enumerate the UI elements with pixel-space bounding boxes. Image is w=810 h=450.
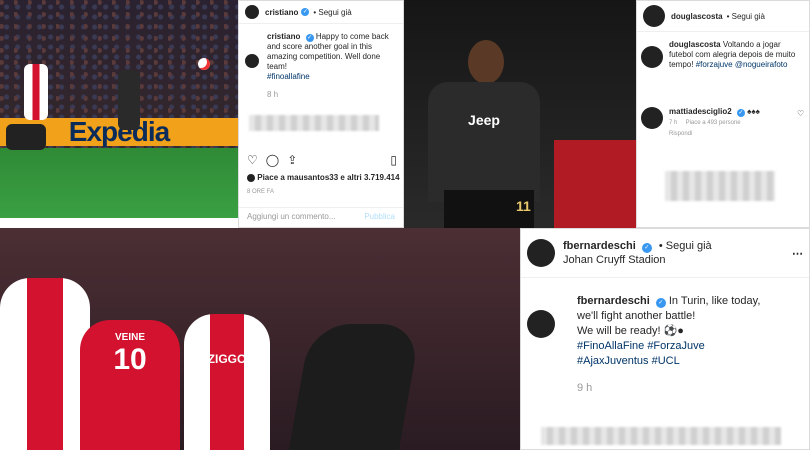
likes-count[interactable]: Piace a mausantos33 e altri 3.719.414: [247, 173, 400, 182]
follow-label: Segui già: [665, 240, 712, 252]
ajax-player-center: ZIGGO: [184, 314, 270, 450]
caption-hashtags[interactable]: #forzajuve @nogueirafoto: [696, 60, 788, 69]
shirt-sponsor: Jeep: [468, 112, 500, 128]
caption-username[interactable]: douglascosta: [669, 40, 721, 49]
follow-status[interactable]: • Segui già: [659, 240, 712, 252]
caption-hashtags-2[interactable]: #AjaxJuventus #UCL: [577, 355, 680, 367]
follow-status[interactable]: • Segui già: [313, 8, 351, 17]
more-options-icon[interactable]: ⋯: [792, 247, 803, 260]
comment-item: mattiadesciglio2 ✓ ♠♠♠ 7 h Piace a 493 p…: [641, 107, 804, 139]
liker-avatar: [247, 173, 255, 182]
ball: [198, 58, 210, 70]
comment-likes[interactable]: Piace a 493 persone: [686, 120, 741, 126]
verified-badge-icon: ✓: [655, 298, 666, 308]
comment-input[interactable]: Aggiungi un commento...: [247, 212, 336, 221]
heart-icon[interactable]: ♡: [247, 153, 258, 167]
avatar[interactable]: [245, 5, 259, 19]
douglas-costa-photo: Jeep 11: [404, 0, 636, 228]
comment-time: 7 h: [669, 120, 678, 126]
caption-username[interactable]: fbernardeschi: [577, 295, 650, 307]
action-bar: ♡ ◯ ⇪ ▯: [247, 153, 397, 167]
match-photo-bottom: VEINE 10 ZIGGO: [0, 228, 520, 450]
ajax-player-left: [0, 278, 90, 450]
post-header: fbernardeschi ✓ • Segui già Johan Cruyff…: [521, 229, 809, 278]
caption-hashtag[interactable]: #finoallafine: [267, 72, 310, 81]
pitch: [0, 148, 238, 218]
reply-button[interactable]: Rispondi: [669, 131, 692, 137]
blurred-comment: [249, 115, 379, 131]
comment-bar: Aggiungi un commento... Pubblica: [239, 207, 403, 225]
caption-avatar[interactable]: [527, 310, 555, 338]
post-header: cristiano ✓ • Segui già: [239, 1, 403, 24]
instagram-post-douglascosta: douglascosta • Segui già douglascosta Vo…: [636, 0, 810, 228]
follow-label: Segui già: [731, 11, 765, 21]
username[interactable]: cristiano: [265, 8, 298, 17]
publish-button[interactable]: Pubblica: [364, 212, 395, 221]
bookmark-icon[interactable]: ▯: [390, 153, 397, 167]
post-time: 8 h: [267, 90, 279, 99]
caption-line-2: we'll fight another battle!: [577, 310, 696, 322]
username[interactable]: douglascosta: [671, 12, 723, 21]
background-red-board: [554, 140, 636, 228]
commenter-avatar[interactable]: [641, 107, 663, 129]
commenter-username[interactable]: mattiadesciglio2: [669, 107, 732, 116]
caption-username[interactable]: cristiano: [267, 32, 300, 41]
avatar[interactable]: [643, 5, 665, 27]
verified-badge-icon: ✓: [736, 109, 745, 117]
heart-icon[interactable]: ♡: [797, 109, 804, 118]
follow-label: Segui già: [318, 7, 352, 17]
share-icon[interactable]: ⇪: [287, 153, 297, 167]
caption-line-1: In Turin, like today,: [668, 295, 761, 307]
avatar[interactable]: [527, 239, 555, 267]
player-juventus: [118, 70, 140, 130]
caption-block: fbernardeschi ✓ In Turin, like today, we…: [521, 278, 809, 396]
username[interactable]: fbernardeschi: [563, 240, 636, 252]
instagram-post-cristiano: cristiano ✓ • Segui già cristiano ✓ Happ…: [238, 0, 404, 228]
caption-avatar[interactable]: [245, 54, 259, 68]
blurred-comment: [665, 171, 775, 201]
caption-block: cristiano ✓ Happy to come back and score…: [239, 24, 403, 100]
shirt-sponsor: ZIGGO: [207, 352, 247, 366]
post-age: 8 ORE FA: [247, 189, 275, 195]
caption-block: douglascosta Voltando a jogar futebol co…: [637, 32, 809, 70]
likes-text: Piace a mausantos33 e altri 3.719.414: [257, 173, 400, 182]
location[interactable]: Johan Cruyff Stadion: [563, 254, 666, 266]
player-head: [468, 40, 504, 84]
verified-badge-icon: ✓: [305, 34, 314, 42]
player-ajax: [24, 64, 48, 120]
post-time: 9 h: [577, 382, 593, 394]
follow-status[interactable]: • Segui già: [727, 12, 765, 21]
blurred-comment: [541, 427, 781, 445]
caption-hashtags-1[interactable]: #FinoAllaFine #ForzaJuve: [577, 340, 705, 352]
caption-avatar[interactable]: [641, 46, 663, 68]
caption-line-3: We will be ready! ⚽️●: [577, 325, 684, 337]
match-photo-top-left: Expedia: [0, 0, 238, 218]
comment-icon[interactable]: ◯: [266, 153, 279, 167]
juventus-player: [288, 324, 422, 450]
post-header: douglascosta • Segui già: [637, 1, 809, 32]
shorts-number: 11: [516, 198, 531, 214]
verified-badge-icon: ✓: [641, 243, 652, 253]
verified-badge-icon: ✓: [301, 8, 310, 16]
back-name: VEINE: [114, 332, 145, 343]
instagram-post-fbernardeschi: fbernardeschi ✓ • Segui già Johan Cruyff…: [520, 228, 810, 450]
comment-text: ♠♠♠: [747, 107, 760, 116]
back-number: 10: [113, 343, 147, 376]
player-shirt: Jeep: [428, 82, 540, 202]
ajax-player-number: VEINE 10: [80, 320, 180, 450]
goalkeeper: [6, 124, 46, 150]
